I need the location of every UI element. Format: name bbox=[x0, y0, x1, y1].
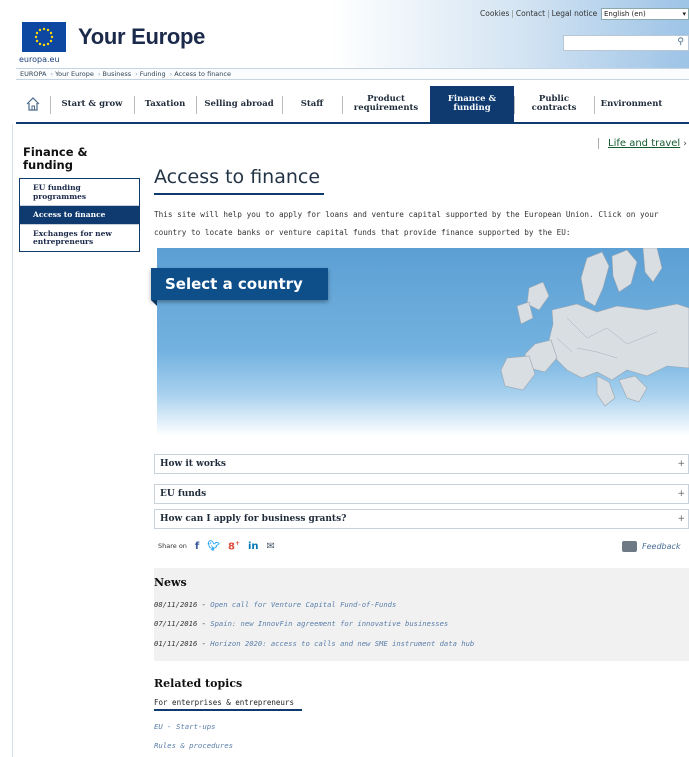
news-date: 08/11/2016 bbox=[154, 600, 198, 609]
intro-text: This site will help you to apply for loa… bbox=[154, 210, 659, 237]
home-icon bbox=[26, 97, 40, 111]
feedback-link[interactable]: Feedback bbox=[622, 541, 681, 552]
site-title[interactable]: Your Europe bbox=[78, 24, 205, 50]
eu-stars-icon bbox=[34, 27, 54, 47]
sidebar-item-access-to-finance[interactable]: Access to finance bbox=[20, 206, 139, 225]
share-label: Share on bbox=[158, 542, 187, 551]
nav-taxation[interactable]: Taxation bbox=[134, 86, 196, 122]
contact-link[interactable]: Contact bbox=[514, 9, 547, 18]
search-input[interactable] bbox=[564, 41, 664, 56]
news-section: News 08/11/2016 - Open call for Venture … bbox=[154, 568, 689, 661]
google-plus-icon[interactable]: 8+ bbox=[228, 540, 240, 552]
nav-public-contracts[interactable]: Public contracts bbox=[514, 86, 594, 122]
news-date: 07/11/2016 bbox=[154, 619, 198, 628]
search-icon[interactable]: ⚲ bbox=[677, 37, 684, 47]
related-link-rules-procedures[interactable]: Rules & procedures bbox=[154, 741, 233, 750]
speech-bubble-icon bbox=[622, 541, 637, 552]
news-item: 08/11/2016 - Open call for Venture Capit… bbox=[154, 600, 396, 609]
separator bbox=[598, 138, 599, 149]
breadcrumb-item-europa[interactable]: EUROPA bbox=[20, 70, 46, 78]
left-border-line bbox=[12, 124, 13, 757]
nav-staff[interactable]: Staff bbox=[282, 86, 342, 122]
cookies-link[interactable]: Cookies bbox=[478, 9, 511, 18]
eu-flag-logo[interactable] bbox=[22, 22, 66, 52]
related-link-eu-start-ups[interactable]: EU - Start-ups bbox=[154, 722, 216, 731]
plus-icon: + bbox=[677, 489, 685, 499]
news-item: 07/11/2016 - Spain: new InnovFin agreeme… bbox=[154, 619, 448, 628]
feedback-label: Feedback bbox=[642, 542, 681, 551]
accordion-label: How can I apply for business grants? bbox=[160, 514, 347, 524]
chevron-down-icon: ▾ bbox=[682, 10, 686, 18]
news-link[interactable]: Spain: new InnovFin agreement for innova… bbox=[210, 619, 448, 628]
related-underline bbox=[154, 709, 302, 711]
select-country-button[interactable]: Select a country bbox=[151, 268, 328, 306]
breadcrumb: EUROPA › Your Europe › Business › Funding › … bbox=[16, 68, 689, 80]
plus-icon: + bbox=[677, 514, 685, 524]
news-dash: - bbox=[201, 619, 211, 628]
breadcrumb-item-funding[interactable]: Funding bbox=[140, 70, 166, 78]
chevron-right-icon: › bbox=[97, 70, 101, 78]
utility-links: Cookies | Contact | Legal notice bbox=[478, 9, 599, 18]
news-link[interactable]: Open call for Venture Capital Fund-of-Fu… bbox=[210, 600, 396, 609]
news-link[interactable]: Horizon 2020: access to calls and new SM… bbox=[210, 639, 474, 648]
news-item: 01/11/2016 - Horizon 2020: access to cal… bbox=[154, 639, 474, 648]
chevron-right-icon: › bbox=[169, 70, 173, 78]
email-icon[interactable]: ✉ bbox=[267, 541, 275, 552]
sidebar-item-eu-funding-programmes[interactable]: EU funding programmes bbox=[20, 179, 139, 206]
breadcrumb-item-business[interactable]: Business bbox=[102, 70, 131, 78]
news-dash: - bbox=[201, 600, 211, 609]
nav-finance-funding[interactable]: Finance & funding bbox=[430, 86, 514, 122]
plus-icon: + bbox=[677, 459, 685, 469]
related-topics-subtitle: For enterprises & entrepreneurs bbox=[154, 698, 294, 707]
breadcrumb-item-current: Access to finance bbox=[174, 70, 231, 78]
news-dash: - bbox=[201, 639, 211, 648]
accordion-business-grants[interactable]: How can I apply for business grants? + bbox=[154, 509, 689, 529]
accordion-how-it-works[interactable]: How it works + bbox=[154, 454, 689, 474]
share-bar: Share on f 🐦︎ 8+ in ✉ bbox=[158, 540, 275, 552]
language-value: English (en) bbox=[604, 10, 646, 18]
legal-notice-link[interactable]: Legal notice bbox=[550, 9, 600, 18]
accordion-label: EU funds bbox=[160, 489, 207, 499]
linkedin-icon[interactable]: in bbox=[248, 541, 259, 552]
sidebar-menu: EU funding programmes Access to finance … bbox=[19, 178, 140, 252]
nav-home[interactable] bbox=[16, 86, 50, 122]
main-navigation: Start & grow Taxation Selling abroad Sta… bbox=[16, 86, 689, 124]
life-and-travel-label: Life and travel bbox=[608, 138, 681, 149]
breadcrumb-item-your-europe[interactable]: Your Europe bbox=[55, 70, 94, 78]
sidebar-item-exchanges-new-entrepreneurs[interactable]: Exchanges for new entrepreneurs bbox=[20, 224, 139, 251]
nav-selling-abroad[interactable]: Selling abroad bbox=[196, 86, 282, 122]
facebook-icon[interactable]: f bbox=[195, 541, 199, 552]
twitter-icon[interactable]: 🐦︎ bbox=[207, 541, 220, 552]
nav-environment[interactable]: Environment bbox=[594, 86, 669, 122]
language-select[interactable]: English (en) ▾ bbox=[601, 8, 689, 20]
life-and-travel-link[interactable]: Life and travel › bbox=[598, 138, 687, 149]
chevron-right-icon: › bbox=[135, 70, 138, 78]
accordion-label: How it works bbox=[160, 459, 226, 469]
nav-product-requirements[interactable]: Product requirements bbox=[342, 86, 430, 122]
related-topics-title: Related topics bbox=[154, 677, 243, 690]
site-header: europa.eu Your Europe Cookies | Contact | … bbox=[0, 0, 689, 68]
news-title: News bbox=[154, 576, 187, 589]
page-title: Access to finance bbox=[154, 166, 321, 188]
accordion-eu-funds[interactable]: EU funds + bbox=[154, 484, 689, 504]
nav-start-grow[interactable]: Start & grow bbox=[50, 86, 134, 122]
search-box: ⚲ bbox=[563, 35, 689, 56]
europa-label[interactable]: europa.eu bbox=[19, 55, 60, 64]
news-date: 01/11/2016 bbox=[154, 639, 198, 648]
sidebar-title: Finance & funding bbox=[23, 145, 88, 172]
title-underline bbox=[154, 193, 324, 195]
chevron-right-icon: › bbox=[683, 138, 687, 149]
chevron-right-icon: › bbox=[50, 70, 54, 78]
